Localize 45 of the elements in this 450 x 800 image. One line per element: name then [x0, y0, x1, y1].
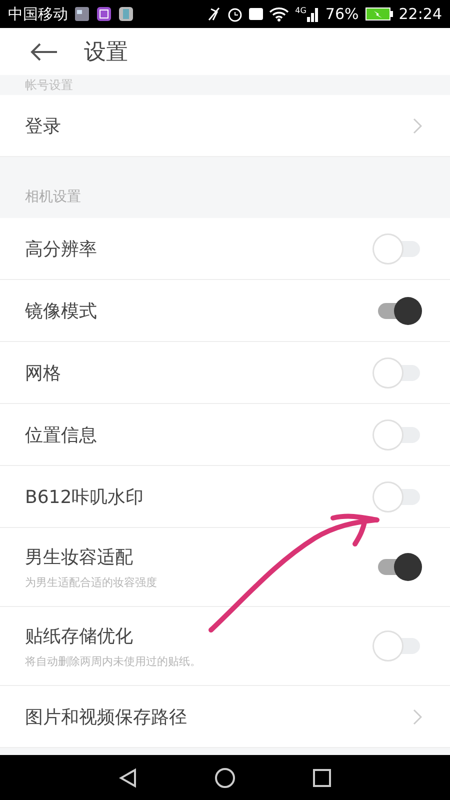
setting-label: 镜像模式 [25, 300, 98, 322]
toggle-switch[interactable] [374, 234, 422, 262]
setting-label: 网格 [25, 362, 62, 384]
toggle-switch[interactable] [374, 482, 422, 510]
settings-row[interactable]: 登录 [0, 95, 450, 157]
settings-row[interactable]: 位置信息 [0, 404, 450, 466]
alarm-icon [227, 6, 244, 22]
setting-description: 为男生适配合适的妆容强度 [25, 574, 158, 590]
settings-row[interactable]: 贴纸存储优化 将自动删除两周内未使用过的贴纸。 [0, 607, 450, 686]
signal-icon [307, 6, 320, 22]
settings-row[interactable]: 图片和视频保存路径 [0, 686, 450, 748]
chevron-right-icon [413, 118, 422, 134]
setting-description: 将自动删除两周内未使用过的贴纸。 [25, 654, 202, 668]
settings-row[interactable]: B612咔叽水印 [0, 466, 450, 528]
settings-row[interactable]: 网格 [0, 342, 450, 404]
setting-label: B612咔叽水印 [25, 486, 145, 508]
settings-row[interactable]: 镜像模式 [0, 280, 450, 342]
setting-label: 位置信息 [25, 424, 98, 446]
home-icon[interactable] [214, 766, 236, 788]
setting-label: 图片和视频保存路径 [25, 706, 188, 728]
settings-row[interactable]: 高分辨率 [0, 218, 450, 280]
vibrate-off-icon [207, 6, 222, 22]
app-icon [96, 6, 112, 22]
chevron-right-icon [413, 708, 422, 724]
setting-label: 贴纸存储优化 [25, 624, 134, 648]
battery-percent: 76% [325, 5, 359, 23]
clock-time: 22:24 [398, 5, 442, 23]
battery-charging-icon [364, 7, 393, 21]
toggle-switch[interactable] [374, 632, 422, 660]
wifi-icon [269, 6, 290, 22]
back-arrow-icon[interactable] [30, 42, 58, 60]
settings-row[interactable]: 男生妆容适配 为男生适配合适的妆容强度 [0, 528, 450, 607]
setting-label: 登录 [25, 114, 62, 138]
section-header: 相机设置 [25, 188, 81, 206]
carrier-name: 中国移动 [8, 4, 68, 24]
gallery-icon [74, 6, 90, 22]
page-title: 设置 [84, 38, 128, 66]
setting-label: 高分辨率 [25, 238, 98, 260]
toggle-switch[interactable] [374, 358, 422, 386]
app-icon [118, 6, 134, 22]
setting-label: 男生妆容适配 [25, 546, 134, 568]
network-type: 4G [295, 6, 306, 15]
section-header: 帐号设置 [25, 76, 73, 94]
toggle-switch[interactable] [374, 420, 422, 448]
recents-icon[interactable] [310, 766, 333, 788]
